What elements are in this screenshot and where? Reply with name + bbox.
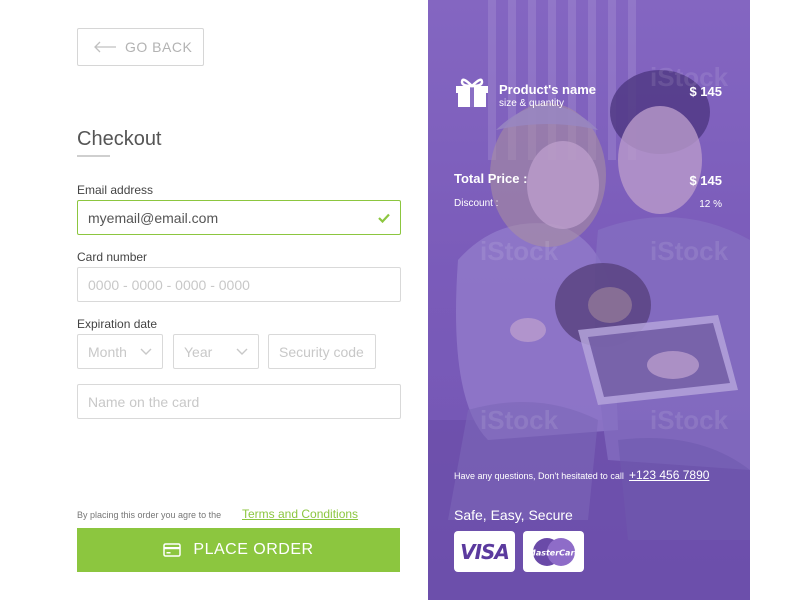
discount-value: 12 % — [699, 199, 722, 210]
name-on-card-input[interactable] — [88, 393, 400, 410]
questions-text: Have any questions, Don't hesitated to c… — [454, 471, 624, 481]
discount-label: Discount : — [454, 198, 499, 209]
name-on-card-field[interactable] — [77, 384, 401, 419]
go-back-button[interactable]: GO BACK — [77, 28, 204, 66]
security-code-input[interactable] — [279, 343, 375, 360]
product-price: $ 145 — [689, 84, 722, 99]
mastercard-badge: MasterCard — [523, 531, 584, 572]
chevron-down-icon — [140, 348, 152, 355]
security-code-field[interactable] — [268, 334, 376, 369]
expiration-label: Expiration date — [77, 317, 158, 331]
place-order-button[interactable]: PLACE ORDER — [77, 528, 400, 572]
visa-logo: VISA — [460, 539, 510, 564]
chevron-down-icon — [236, 348, 248, 355]
email-field[interactable] — [77, 200, 401, 235]
month-value: Month — [88, 343, 127, 360]
check-icon — [378, 213, 390, 223]
credit-card-icon — [163, 543, 182, 557]
phone-link[interactable]: +123 456 7890 — [629, 468, 709, 482]
terms-link[interactable]: Terms and Conditions — [242, 507, 358, 521]
go-back-label: GO BACK — [125, 39, 193, 55]
card-number-label: Card number — [77, 250, 148, 264]
product-name: Product's name — [499, 82, 597, 97]
year-value: Year — [184, 343, 213, 360]
title-underline — [77, 155, 110, 157]
svg-text:MasterCard: MasterCard — [527, 548, 580, 557]
terms-text: By placing this order you agre to the — [77, 510, 222, 520]
email-input[interactable] — [88, 209, 400, 226]
product-details: size & quantity — [499, 98, 565, 109]
page-title: Checkout — [77, 128, 162, 150]
card-number-field[interactable] — [77, 267, 401, 302]
order-summary-panel: iStock iStock iStock iStock iStock Produ… — [428, 0, 750, 600]
place-order-label: PLACE ORDER — [193, 541, 314, 558]
mastercard-logo: MasterCard — [527, 537, 580, 566]
total-price-value: $ 145 — [689, 173, 722, 188]
tagline: Safe, Easy, Secure — [454, 507, 573, 523]
arrow-left-icon — [94, 41, 116, 53]
card-number-input[interactable] — [88, 276, 400, 293]
total-price-label: Total Price : — [454, 171, 528, 186]
email-label: Email address — [77, 183, 154, 197]
month-select[interactable]: Month — [77, 334, 163, 369]
visa-badge: VISA — [454, 531, 515, 572]
year-select[interactable]: Year — [173, 334, 259, 369]
gift-icon — [456, 78, 488, 107]
